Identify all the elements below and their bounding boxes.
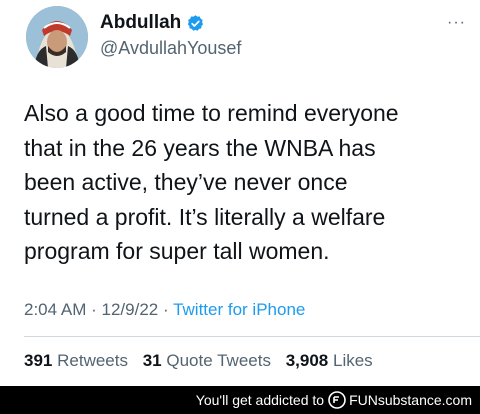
meta-separator: · — [162, 300, 169, 319]
author-handle[interactable]: @AvdullahYousef — [100, 37, 241, 59]
author-name[interactable]: Abdullah — [100, 12, 181, 34]
funsubstance-logo-text: FUNsubstance.com — [349, 392, 472, 408]
watermark-footer: You'll get addicted to FUNsubstance.com — [0, 386, 480, 414]
tweet-time[interactable]: 2:04 AM — [24, 300, 86, 319]
likes-label: Likes — [332, 351, 373, 370]
tweet-text: Also a good time to remind everyone that… — [24, 100, 399, 264]
tweet-source[interactable]: Twitter for iPhone — [173, 300, 305, 319]
tweet-date[interactable]: 12/9/22 — [102, 300, 159, 319]
retweets-count: 391 — [24, 351, 53, 370]
engagement-stats: 391 Retweets 31 Quote Tweets 3,908 Likes — [24, 351, 373, 371]
quote-tweets-stat[interactable]: 31 Quote Tweets — [143, 351, 271, 370]
meta-separator: · — [91, 300, 97, 319]
retweets-stat[interactable]: 391 Retweets — [24, 351, 128, 370]
retweets-label: Retweets — [57, 351, 128, 370]
footer-message: You'll get addicted to — [195, 392, 325, 408]
author-name-row[interactable]: Abdullah — [100, 12, 205, 34]
avatar-image — [26, 6, 88, 68]
quote-tweets-count: 31 — [142, 351, 162, 370]
quote-tweets-label: Quote Tweets — [166, 351, 271, 370]
more-options-icon[interactable]: ··· — [447, 14, 466, 32]
tweet-meta: 2:04 AM · 12/9/22 · Twitter for iPhone — [24, 300, 305, 320]
avatar[interactable] — [26, 6, 88, 68]
funsubstance-logo[interactable]: FUNsubstance.com — [328, 391, 472, 409]
funsubstance-logo-icon — [328, 391, 346, 409]
divider — [24, 336, 480, 337]
likes-stat[interactable]: 3,908 Likes — [286, 351, 373, 370]
likes-count: 3,908 — [285, 351, 329, 370]
tweet-card: Abdullah @AvdullahYousef ··· Also a good… — [0, 0, 480, 386]
verified-badge-icon — [186, 14, 205, 33]
